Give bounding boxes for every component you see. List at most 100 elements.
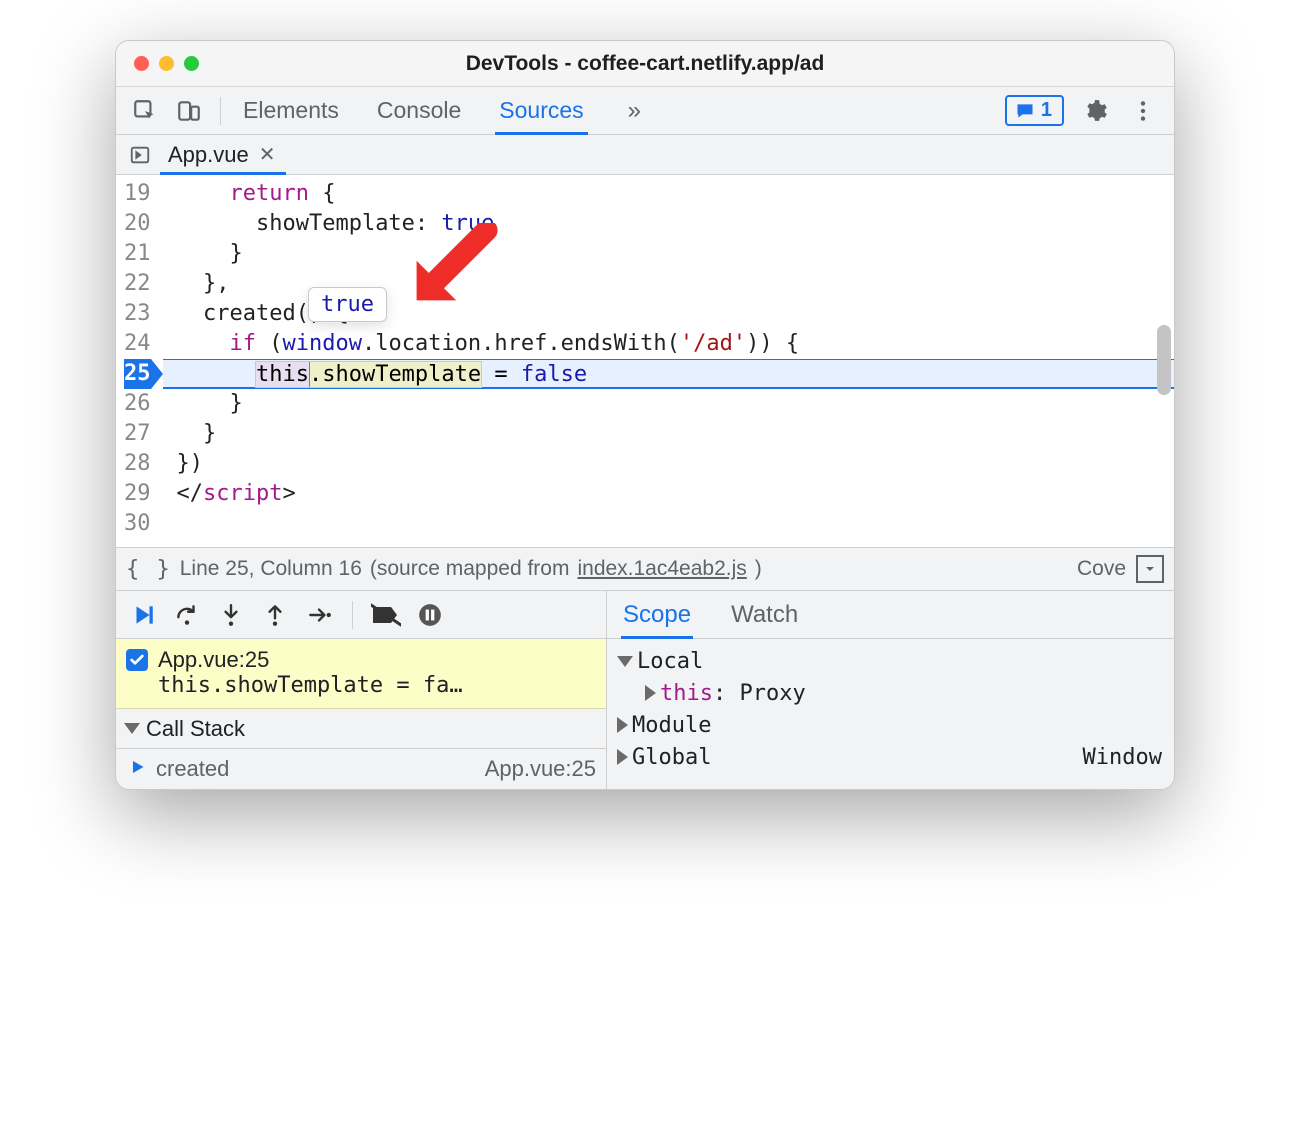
breakpoint-preview: this.showTemplate = fa…: [126, 673, 596, 698]
window-minimize-button[interactable]: [159, 56, 174, 71]
line-number[interactable]: 30: [124, 509, 151, 539]
debugger-divider: [352, 601, 353, 629]
step-into-button[interactable]: [214, 598, 248, 632]
call-stack-header[interactable]: Call Stack: [116, 709, 606, 749]
step-button[interactable]: [302, 598, 336, 632]
scope-module[interactable]: Module: [611, 709, 1170, 741]
line-number[interactable]: 24: [124, 329, 151, 359]
coverage-label: Cove: [1077, 557, 1126, 581]
code-line[interactable]: }: [163, 419, 1175, 449]
main-toolbar: Elements Console Sources » 1: [116, 87, 1174, 135]
issues-badge[interactable]: 1: [1005, 95, 1064, 126]
line-number[interactable]: 26: [124, 389, 151, 419]
scope-local-label: Local: [637, 649, 703, 674]
scope-this[interactable]: this: Proxy: [611, 677, 1170, 709]
close-tab-icon[interactable]: ✕: [257, 142, 278, 167]
settings-gear-icon[interactable]: [1078, 94, 1112, 128]
code-line[interactable]: [163, 509, 1175, 539]
source-map-link[interactable]: index.1ac4eab2.js: [577, 557, 746, 581]
scope-global-label: Global: [632, 745, 711, 770]
frame-location: App.vue:25: [485, 756, 596, 782]
code-line[interactable]: }: [163, 239, 1175, 269]
current-frame-arrow-icon: [130, 756, 148, 782]
tab-scope[interactable]: Scope: [623, 591, 691, 638]
step-out-button[interactable]: [258, 598, 292, 632]
pause-on-exceptions-button[interactable]: [413, 598, 447, 632]
editor-status-bar: { } Line 25, Column 16 (source mapped fr…: [116, 547, 1174, 591]
line-number[interactable]: 20: [124, 209, 151, 239]
debugger-left-column: App.vue:25 this.showTemplate = fa… Call …: [116, 591, 606, 789]
navigator-toggle-icon[interactable]: [122, 135, 158, 174]
line-number[interactable]: 21: [124, 239, 151, 269]
tooltip-value: true: [321, 292, 374, 317]
window-close-button[interactable]: [134, 56, 149, 71]
more-menu-icon[interactable]: [1126, 94, 1160, 128]
scope-global-value: Window: [1083, 745, 1162, 770]
tab-watch[interactable]: Watch: [731, 591, 798, 638]
scope-global[interactable]: Global Window: [611, 741, 1170, 773]
code-line[interactable]: return {: [163, 179, 1175, 209]
devtools-window: DevTools - coffee-cart.netlify.app/ad El…: [115, 40, 1175, 790]
code-line[interactable]: }: [163, 389, 1175, 419]
window-zoom-button[interactable]: [184, 56, 199, 71]
deactivate-breakpoints-button[interactable]: [369, 598, 403, 632]
code-line[interactable]: showTemplate: true: [163, 209, 1175, 239]
code-content[interactable]: return { showTemplate: true } }, created…: [163, 175, 1175, 547]
window-title: DevTools - coffee-cart.netlify.app/ad: [116, 52, 1174, 76]
editor-scrollbar[interactable]: [1157, 325, 1171, 395]
file-tab-app-vue[interactable]: App.vue ✕: [158, 135, 288, 174]
editor-area: 192021222324252627282930 return { showTe…: [116, 175, 1174, 547]
scope-watch-tabs: Scope Watch: [607, 591, 1174, 639]
tab-console[interactable]: Console: [377, 87, 461, 134]
breakpoint-checkbox[interactable]: [126, 649, 148, 671]
window-controls: [116, 56, 199, 71]
line-number[interactable]: 29: [124, 479, 151, 509]
chevron-down-icon: [124, 723, 140, 734]
resume-button[interactable]: [126, 598, 160, 632]
file-tab-strip: App.vue ✕: [116, 135, 1174, 175]
frame-name: created: [156, 756, 229, 782]
source-map-suffix: ): [755, 557, 762, 581]
tabs-overflow-button[interactable]: »: [622, 87, 647, 134]
line-number[interactable]: 22: [124, 269, 151, 299]
line-number[interactable]: 28: [124, 449, 151, 479]
toolbar-divider: [220, 97, 221, 125]
line-number[interactable]: 19: [124, 179, 151, 209]
chevron-right-icon: [617, 717, 628, 733]
debugger-toolbar: [116, 591, 606, 639]
scope-module-label: Module: [632, 713, 711, 738]
call-stack-title: Call Stack: [146, 716, 245, 742]
call-stack-frame[interactable]: created App.vue:25: [116, 749, 606, 789]
scope-tree: Local this: Proxy Module Global Window: [607, 639, 1174, 779]
line-number[interactable]: 23: [124, 299, 151, 329]
chevron-down-icon: [617, 656, 633, 667]
issues-count: 1: [1041, 99, 1052, 122]
line-number[interactable]: 25: [124, 359, 151, 389]
debugger-right-column: Scope Watch Local this: Proxy Module: [606, 591, 1174, 789]
value-tooltip: true: [308, 287, 387, 322]
device-toolbar-icon[interactable]: [172, 94, 206, 128]
debugger-lower-panels: App.vue:25 this.showTemplate = fa… Call …: [116, 591, 1174, 789]
scope-local[interactable]: Local: [611, 645, 1170, 677]
window-titlebar: DevTools - coffee-cart.netlify.app/ad: [116, 41, 1174, 87]
breakpoint-location[interactable]: App.vue:25: [158, 647, 269, 673]
pretty-print-icon[interactable]: { }: [126, 557, 172, 582]
chevron-right-icon: [645, 685, 656, 701]
tab-elements[interactable]: Elements: [243, 87, 339, 134]
code-line[interactable]: this.showTemplate = false: [163, 359, 1175, 389]
line-number[interactable]: 27: [124, 419, 151, 449]
code-line[interactable]: }): [163, 449, 1175, 479]
panel-tabs: Elements Console Sources »: [231, 87, 1005, 134]
line-gutter[interactable]: 192021222324252627282930: [116, 175, 163, 547]
inspect-element-icon[interactable]: [128, 94, 162, 128]
annotation-arrow-icon: [394, 223, 504, 318]
chevron-right-icon: [617, 749, 628, 765]
source-map-prefix: (source mapped from: [370, 557, 570, 581]
breakpoint-panel: App.vue:25 this.showTemplate = fa…: [116, 639, 606, 709]
step-over-button[interactable]: [170, 598, 204, 632]
tab-sources[interactable]: Sources: [499, 87, 583, 134]
file-tab-label: App.vue: [168, 142, 249, 168]
code-line[interactable]: if (window.location.href.endsWith('/ad')…: [163, 329, 1175, 359]
statusbar-dropdown-icon[interactable]: [1136, 555, 1164, 583]
code-line[interactable]: </script>: [163, 479, 1175, 509]
